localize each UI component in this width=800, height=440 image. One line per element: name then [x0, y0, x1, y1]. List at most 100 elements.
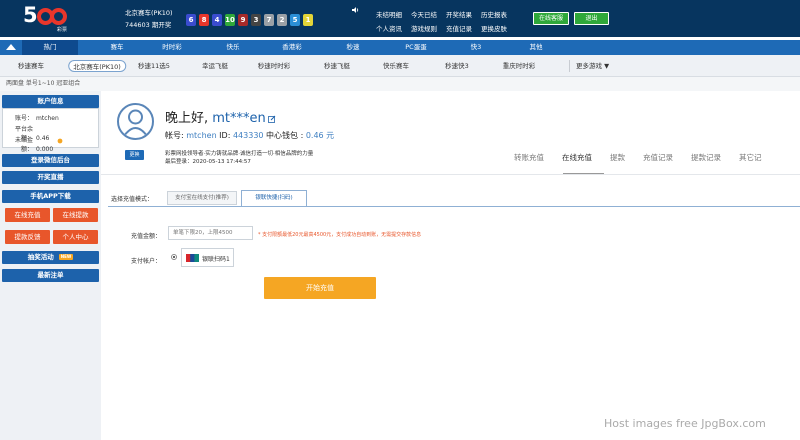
- result-ball: 6: [186, 14, 196, 26]
- result-ball: 2: [277, 14, 287, 26]
- top-header: 5 彩票 北京赛车(PK10) 744603 期开奖 6 8 4 10 9 3 7 2 5 1 未…: [0, 0, 800, 37]
- method-tabs-line: [108, 206, 800, 207]
- sound-icon[interactable]: [352, 6, 359, 14]
- logout-button[interactable]: 退出: [574, 12, 609, 25]
- result-ball: 1: [303, 14, 313, 26]
- result-ball: 7: [264, 14, 274, 26]
- pay-option-card[interactable]: 银联扫码1: [181, 248, 234, 267]
- watermark: Host images free JpgBox.com: [604, 417, 766, 430]
- link-recharge-records[interactable]: 充值记录: [446, 23, 472, 33]
- lottery-activity-button[interactable]: 抽奖活动 NEW: [2, 251, 99, 264]
- link-history-report[interactable]: 历史报表: [481, 9, 507, 19]
- more-games-dropdown[interactable]: 更多游戏 ▼: [569, 60, 609, 72]
- subnav-item[interactable]: 秒速时时彩: [254, 60, 295, 72]
- logo-ring-2: [50, 8, 67, 25]
- subnav-item[interactable]: 快乐赛车: [379, 60, 413, 72]
- last-login: 最后登录：2020-05-13 17:44:57: [165, 159, 251, 165]
- account-label: 账号：: [14, 115, 33, 122]
- tab-withdraw[interactable]: 提款: [610, 152, 625, 163]
- link-personal-info[interactable]: 个人资讯: [376, 23, 402, 33]
- amount-input[interactable]: [168, 226, 253, 240]
- result-ball: 4: [212, 14, 222, 26]
- tab-recharge-records[interactable]: 充值记录: [643, 152, 673, 163]
- nav-hk[interactable]: 香港彩: [282, 40, 302, 55]
- subnav-item[interactable]: 秒速飞艇: [320, 60, 354, 72]
- account-row: 账号： mtchen: [9, 113, 59, 122]
- subnav-item-active[interactable]: 北京赛车(PK10): [68, 60, 126, 72]
- tab-other[interactable]: 其它记: [739, 152, 762, 163]
- lottery-activity-label: 抽奖活动: [27, 253, 54, 261]
- nav-ssc[interactable]: 时时彩: [162, 40, 182, 55]
- unsettled-value: 0.000: [36, 146, 54, 153]
- refresh-icon[interactable]: [57, 138, 63, 144]
- wechat-backend-button[interactable]: 登录微信后台: [2, 154, 99, 167]
- start-recharge-button[interactable]: 开始充值: [264, 277, 376, 299]
- result-ball: 10: [225, 14, 235, 26]
- nav-speed[interactable]: 秒速: [347, 40, 360, 55]
- site-logo[interactable]: 5 彩票: [23, 3, 71, 35]
- account-info-box: 账号： mtchen 平台余额： 0.46 未结金额： 0.000: [2, 108, 99, 153]
- app-download-button[interactable]: 手机APP下载: [2, 190, 99, 203]
- acct-value: mtchen: [186, 131, 217, 140]
- link-today-settled[interactable]: 今天已结: [411, 9, 437, 19]
- logo-digit: 5: [23, 3, 38, 27]
- user-silhouette-icon: [123, 109, 148, 137]
- nav-happy[interactable]: 快乐: [227, 40, 240, 55]
- change-avatar-button[interactable]: 更换: [125, 150, 144, 160]
- nav-k3[interactable]: 快3: [471, 40, 482, 55]
- game-subnav: 秒速赛车 北京赛车(PK10) 秒速11选5 幸运飞艇 秒速时时彩 秒速飞艇 快…: [0, 55, 800, 77]
- wallet-value: 0.46 元: [305, 131, 335, 140]
- subnav-item[interactable]: 重庆时时彩: [499, 60, 540, 72]
- tab-withdraw-records[interactable]: 提款记录: [691, 152, 721, 163]
- subnav-item[interactable]: 幸运飞艇: [198, 60, 232, 72]
- link-unsettled[interactable]: 未结明细: [376, 9, 402, 19]
- account-line: 帐号: mtchen ID: 443330 中心钱包 : 0.46 元: [165, 130, 334, 141]
- pay-account-label: 支付帐户：: [131, 258, 162, 265]
- account-value: mtchen: [36, 115, 59, 122]
- link-game-rules[interactable]: 游戏规则: [411, 23, 437, 33]
- logo-tag: 彩票: [57, 27, 68, 33]
- online-service-button[interactable]: 在线客服: [533, 12, 569, 25]
- amount-label: 充值金额：: [131, 233, 162, 240]
- subnav-item[interactable]: 秒速快3: [441, 60, 473, 72]
- subnav-item[interactable]: 秒速赛车: [14, 60, 48, 72]
- link-change-skin[interactable]: 更换皮肤: [481, 23, 507, 33]
- home-icon[interactable]: [6, 43, 16, 51]
- result-ball: 8: [199, 14, 209, 26]
- subnav-item[interactable]: 秒速11选5: [134, 60, 174, 72]
- tab-online-recharge[interactable]: 在线充值: [562, 152, 592, 163]
- draw-result-balls: 6 8 4 10 9 3 7 2 5 1: [186, 14, 313, 26]
- wallet-label: 中心钱包 :: [263, 131, 306, 140]
- greeting-text: 晚上好,: [165, 111, 213, 126]
- result-ball: 5: [290, 14, 300, 26]
- divider: [101, 174, 800, 175]
- link-draw-results[interactable]: 开奖结果: [446, 9, 472, 19]
- tab-transfer-recharge[interactable]: 转账充值: [514, 152, 544, 163]
- unsettled-row: 未结金额： 0.000: [9, 135, 53, 153]
- result-ball: 9: [238, 14, 248, 26]
- nav-pc-egg[interactable]: PC蛋蛋: [405, 40, 426, 55]
- withdraw-feedback-button[interactable]: 提款反馈: [5, 230, 50, 244]
- lottery-issue: 744603 期开奖: [125, 21, 172, 29]
- method-tab-unionpay[interactable]: 银联快捷(扫码): [241, 190, 307, 207]
- edit-icon[interactable]: [267, 115, 276, 123]
- method-tab-alipay[interactable]: 支付宝在线支付(推荐): [167, 191, 237, 205]
- method-label: 选择充值模式：: [111, 196, 154, 203]
- result-ball: 3: [251, 14, 261, 26]
- amount-note: * 支付限额最低20元最高4500元，支付成功自动到账，无需提交存款信息: [258, 232, 422, 238]
- live-draw-button[interactable]: 开奖直播: [2, 171, 99, 184]
- nav-racing[interactable]: 赛车: [111, 40, 124, 55]
- pay-option-radio[interactable]: [171, 254, 177, 260]
- online-recharge-button[interactable]: 在线充值: [5, 208, 50, 222]
- play-type-bar: 两面盘 单号1~10 冠亚组合: [0, 77, 800, 91]
- nav-other[interactable]: 其他: [530, 40, 543, 55]
- greeting: 晚上好, mt***en: [165, 107, 276, 126]
- main-nav: 热门 赛车 时时彩 快乐 香港彩 秒速 PC蛋蛋 快3 其他: [0, 40, 800, 55]
- header-links: 未结明细 今天已结 开奖结果 历史报表 个人资讯 游戏规则 充值记录 更换皮肤: [376, 9, 507, 33]
- unsettled-label: 未结金额：: [14, 137, 33, 153]
- recent-bets-button[interactable]: 最新注单: [2, 269, 99, 282]
- finance-tabs: 转账充值 在线充值 提款 充值记录 提款记录 其它记: [514, 152, 762, 163]
- personal-center-button[interactable]: 个人中心: [53, 230, 98, 244]
- online-withdraw-button[interactable]: 在线提款: [53, 208, 98, 222]
- nav-hot[interactable]: 热门: [22, 40, 78, 55]
